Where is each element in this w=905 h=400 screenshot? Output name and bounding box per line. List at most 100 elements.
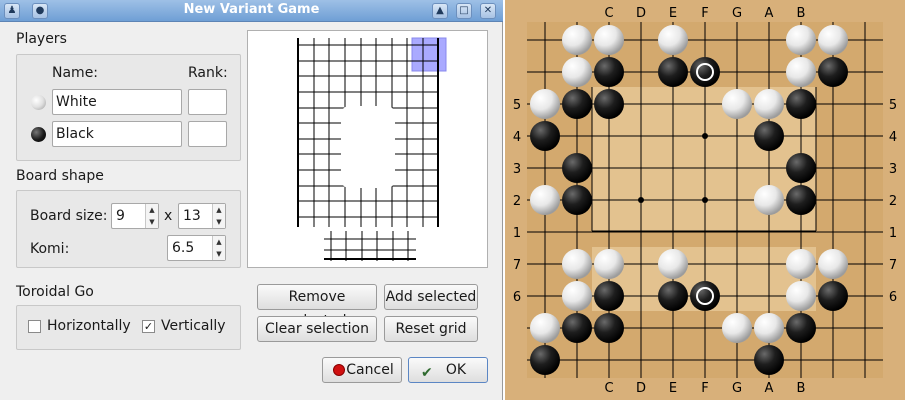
- white-stone[interactable]: [786, 249, 816, 279]
- col-label: F: [701, 381, 708, 396]
- spin-arrows-icon[interactable]: ▲ ▼: [212, 236, 225, 260]
- white-stone[interactable]: [562, 249, 592, 279]
- black-name-field[interactable]: Black: [52, 121, 182, 147]
- black-stone[interactable]: [786, 313, 816, 343]
- rank-header: Rank:: [188, 65, 228, 81]
- black-stone[interactable]: [786, 185, 816, 215]
- black-stone[interactable]: [754, 345, 784, 375]
- komi-value: 6.5: [172, 240, 195, 256]
- black-stone[interactable]: [530, 345, 560, 375]
- vertically-checkbox[interactable]: ✓: [142, 320, 155, 333]
- row-label: 2: [513, 194, 521, 209]
- ok-icon: ✔: [421, 365, 433, 381]
- black-stone[interactable]: [594, 89, 624, 119]
- window-title: New Variant Game: [183, 2, 320, 17]
- cancel-label: Cancel: [346, 362, 394, 378]
- white-stone[interactable]: [562, 281, 592, 311]
- white-stone[interactable]: [594, 25, 624, 55]
- go-board-canvas[interactable]: C C D D E E F F G G A A B B 5 5 4 4 3 3 2 2 1 1 7 7 6 6: [505, 0, 905, 400]
- col-label: A: [765, 6, 774, 21]
- col-label: E: [669, 381, 677, 396]
- white-stone[interactable]: [786, 25, 816, 55]
- white-stone[interactable]: [818, 249, 848, 279]
- row-label: 3: [889, 162, 897, 177]
- white-stone[interactable]: [754, 185, 784, 215]
- white-stone[interactable]: [658, 25, 688, 55]
- col-label: B: [797, 6, 806, 21]
- clear-selection-button[interactable]: Clear selection: [257, 316, 377, 342]
- cancel-icon: [333, 364, 345, 376]
- row-label: 2: [889, 194, 897, 209]
- black-stone[interactable]: [754, 121, 784, 151]
- board-shape-section-label: Board shape: [16, 168, 104, 184]
- white-stone[interactable]: [594, 249, 624, 279]
- white-stone[interactable]: [754, 313, 784, 343]
- white-stone[interactable]: [786, 57, 816, 87]
- cancel-button[interactable]: Cancel: [322, 357, 402, 383]
- ok-button[interactable]: ✔ OK: [408, 357, 488, 383]
- grid-preview[interactable]: [247, 30, 488, 268]
- row-label: 1: [513, 226, 521, 241]
- add-selected-button[interactable]: Add selected: [384, 284, 478, 310]
- black-stone[interactable]: [530, 121, 560, 151]
- white-stone[interactable]: [530, 185, 560, 215]
- row-label: 4: [889, 130, 897, 145]
- row-label: 7: [889, 258, 897, 273]
- black-stone[interactable]: [594, 281, 624, 311]
- row-label: 6: [889, 290, 897, 305]
- black-stone[interactable]: [658, 281, 688, 311]
- black-stone[interactable]: [594, 57, 624, 87]
- board-height-value: 13: [183, 208, 201, 224]
- white-stone[interactable]: [530, 89, 560, 119]
- white-name-field[interactable]: White: [52, 89, 182, 115]
- spin-arrows-icon[interactable]: ▲ ▼: [212, 204, 225, 228]
- white-stone[interactable]: [562, 57, 592, 87]
- black-stone-icon: [31, 127, 46, 142]
- white-stone[interactable]: [722, 313, 752, 343]
- white-stone[interactable]: [562, 25, 592, 55]
- maximize-icon[interactable]: □: [456, 3, 472, 19]
- board-height-spinbox[interactable]: 13 ▲ ▼: [178, 203, 226, 229]
- black-stone[interactable]: [562, 89, 592, 119]
- black-stone[interactable]: [690, 57, 720, 87]
- black-stone[interactable]: [818, 281, 848, 311]
- board-width-value: 9: [116, 208, 125, 224]
- white-stone-icon: [31, 95, 46, 110]
- ok-label: OK: [445, 362, 467, 378]
- white-stone[interactable]: [530, 313, 560, 343]
- removed-region: [341, 106, 395, 188]
- col-label: E: [669, 6, 677, 21]
- black-rank-field[interactable]: [188, 121, 227, 147]
- black-stone[interactable]: [818, 57, 848, 87]
- white-stone[interactable]: [818, 25, 848, 55]
- black-stone[interactable]: [658, 57, 688, 87]
- white-rank-field[interactable]: [188, 89, 227, 115]
- go-board[interactable]: C C D D E E F F G G A A B B 5 5 4 4 3 3 2 2 1 1 7 7 6 6: [505, 0, 905, 400]
- reset-grid-button[interactable]: Reset grid: [384, 316, 478, 342]
- horizontally-checkbox[interactable]: [28, 320, 41, 333]
- black-stone[interactable]: [786, 89, 816, 119]
- row-label: 5: [513, 98, 521, 113]
- name-header: Name:: [52, 65, 99, 81]
- white-stone[interactable]: [754, 89, 784, 119]
- close-icon[interactable]: ✕: [480, 3, 496, 19]
- spin-arrows-icon[interactable]: ▲ ▼: [145, 204, 158, 228]
- komi-spinbox[interactable]: 6.5 ▲ ▼: [167, 235, 226, 261]
- remove-selected-button[interactable]: Remove selected: [257, 284, 377, 329]
- black-stone[interactable]: [562, 153, 592, 183]
- shade-up-icon[interactable]: ▲: [432, 3, 448, 19]
- white-stone[interactable]: [786, 281, 816, 311]
- white-stone[interactable]: [722, 89, 752, 119]
- col-label: C: [604, 6, 613, 21]
- white-stone[interactable]: [658, 249, 688, 279]
- black-stone[interactable]: [594, 313, 624, 343]
- black-stone[interactable]: [562, 313, 592, 343]
- col-label: F: [701, 6, 708, 21]
- grid-preview-canvas[interactable]: [248, 31, 487, 267]
- board-width-spinbox[interactable]: 9 ▲ ▼: [111, 203, 159, 229]
- col-label: G: [732, 6, 742, 21]
- black-stone[interactable]: [690, 281, 720, 311]
- horizontally-label: Horizontally: [47, 318, 131, 334]
- black-stone[interactable]: [786, 153, 816, 183]
- black-stone[interactable]: [562, 185, 592, 215]
